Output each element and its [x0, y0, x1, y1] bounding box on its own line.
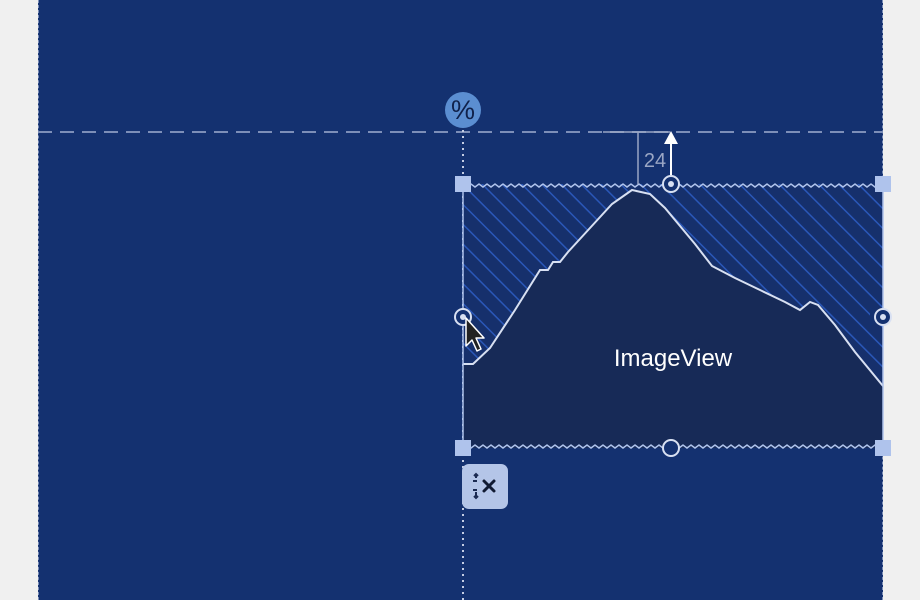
- resize-handle-bottom-right[interactable]: [875, 440, 891, 456]
- clear-constraints-icon: [473, 472, 496, 500]
- right-constraint-anchor[interactable]: [870, 307, 892, 327]
- resize-handle-bottom-left[interactable]: [455, 440, 471, 456]
- clear-constraints-button[interactable]: [462, 464, 508, 509]
- resize-handle-top-right[interactable]: [875, 176, 891, 192]
- percent-icon: %: [450, 95, 475, 125]
- bottom-constraint-anchor[interactable]: [662, 439, 680, 457]
- resize-handle-top-left[interactable]: [455, 176, 471, 192]
- percent-guideline-toggle[interactable]: %: [445, 92, 481, 128]
- blueprint-overlay: [38, 130, 892, 600]
- top-constraint-anchor[interactable]: [662, 175, 680, 193]
